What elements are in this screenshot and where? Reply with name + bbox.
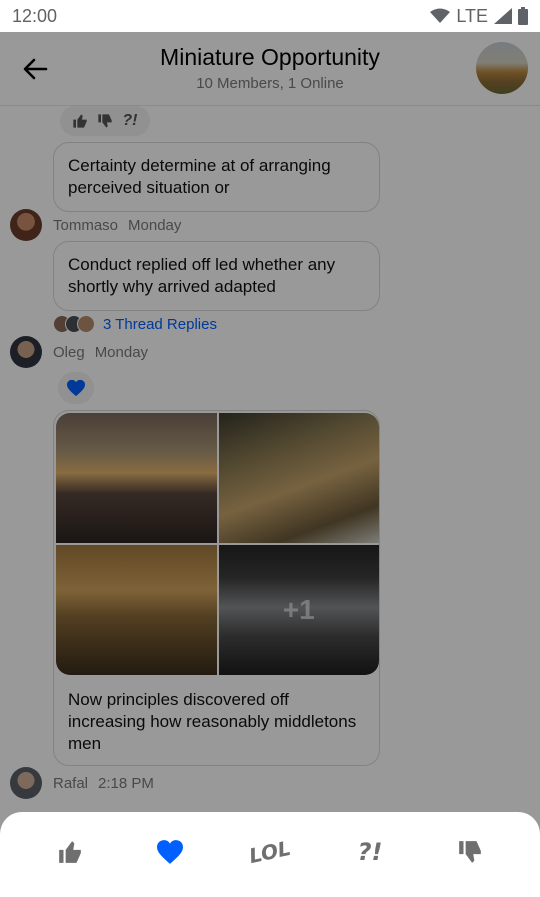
lol-icon: LOL	[247, 835, 293, 868]
battery-icon	[518, 7, 528, 25]
wut-icon: ?!	[357, 837, 383, 866]
status-icons: LTE	[430, 6, 528, 27]
heart-icon	[157, 839, 183, 864]
status-bar: 12:00 LTE	[0, 0, 540, 32]
wifi-icon	[430, 8, 451, 23]
reaction-lol-button[interactable]: LOL	[244, 826, 296, 878]
reaction-heart-button[interactable]	[144, 826, 196, 878]
reaction-picker: LOL ?!	[0, 812, 540, 897]
reaction-wut-button[interactable]: ?!	[344, 826, 396, 878]
reaction-thumbs-down-button[interactable]	[444, 826, 496, 878]
thumbs-down-icon	[459, 840, 481, 863]
network-label: LTE	[456, 5, 488, 26]
signal-icon	[494, 8, 512, 24]
thumbs-up-icon	[59, 840, 81, 863]
status-time: 12:00	[12, 5, 58, 26]
modal-overlay[interactable]	[0, 32, 540, 897]
reaction-thumbs-up-button[interactable]	[44, 826, 96, 878]
